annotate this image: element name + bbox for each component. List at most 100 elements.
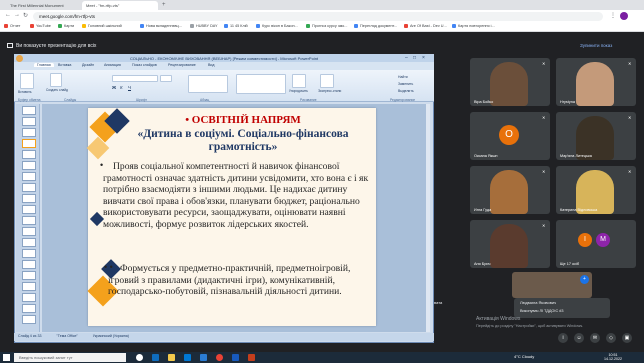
tab-slideshow[interactable]: Показ слайдов	[132, 63, 157, 67]
stop-presenting-button[interactable]: Зупинити показ	[580, 43, 612, 48]
slide-thumbnail[interactable]	[22, 271, 36, 280]
slide-thumbnail[interactable]	[22, 106, 36, 115]
minimize-icon[interactable]: –	[405, 55, 408, 61]
store-icon[interactable]	[184, 354, 191, 361]
info-icon[interactable]: i	[558, 333, 568, 343]
bookmark-item[interactable]: Перегляд документ...	[354, 24, 397, 28]
forward-icon[interactable]: →	[14, 12, 20, 18]
slide-thumbnail[interactable]	[22, 304, 36, 313]
slide-thumbnail[interactable]	[22, 183, 36, 192]
slide-thumbnail[interactable]	[22, 139, 36, 148]
participant-tile[interactable]: ✕ Инга Гуда	[470, 166, 550, 214]
start-icon[interactable]	[3, 354, 10, 361]
slide-thumbnail[interactable]	[22, 249, 36, 258]
underline-icon[interactable]: Ч	[128, 85, 131, 90]
bookmark-item[interactable]: Прогноз курсу змо...	[306, 24, 347, 28]
bookmark-item[interactable]: Are Of Bast - Dev U...	[404, 24, 447, 28]
bookmark-item[interactable]: HUBBY DAY	[190, 24, 218, 28]
explorer-icon[interactable]	[168, 354, 175, 361]
font-family-select[interactable]	[112, 75, 158, 82]
paste-button[interactable]	[20, 73, 34, 89]
slide-thumbnail[interactable]	[22, 205, 36, 214]
people-icon[interactable]: ☺	[574, 333, 584, 343]
task-view-icon[interactable]	[136, 354, 143, 361]
tab-home[interactable]: Главная	[34, 63, 54, 67]
activities-icon[interactable]: ◇	[606, 333, 616, 343]
slide-thumbnail[interactable]	[22, 315, 36, 324]
bookmark-item[interactable]: Головний шкільний	[82, 24, 122, 28]
profile-avatar[interactable]	[620, 12, 628, 20]
replace-button[interactable]: Заменить	[398, 82, 413, 86]
slide-thumbnail[interactable]	[22, 216, 36, 225]
reload-icon[interactable]: ↻	[23, 12, 28, 19]
find-button[interactable]: Найти	[398, 75, 408, 79]
weather-widget[interactable]: 4°C Cloudy	[514, 354, 534, 359]
clock[interactable]: 10:51 14.12.2022	[604, 353, 622, 361]
back-icon[interactable]: ←	[5, 12, 11, 18]
vertical-scrollbar[interactable]	[426, 104, 430, 332]
browser-tab-1[interactable]: The First Millennial Monument	[6, 1, 80, 10]
slide-thumbnail[interactable]	[22, 172, 36, 181]
participant-video	[490, 62, 528, 106]
bold-icon[interactable]: Ж	[112, 85, 116, 90]
close-icon[interactable]: ×	[422, 55, 425, 61]
mail-icon[interactable]	[200, 354, 207, 361]
mic-muted-icon: ✕	[542, 61, 546, 66]
shapes-gallery[interactable]	[236, 74, 286, 94]
font-size-select[interactable]	[160, 75, 172, 82]
participant-tile[interactable]: ✕ Віра Бойко	[470, 58, 550, 106]
pin-icon[interactable]: +	[580, 275, 589, 284]
slide-thumbnail[interactable]	[22, 161, 36, 170]
edge-icon[interactable]	[152, 354, 159, 361]
new-tab-icon[interactable]: +	[162, 2, 166, 8]
slide-thumbnail[interactable]	[22, 227, 36, 236]
participant-video	[490, 170, 528, 214]
url-input[interactable]: meet.google.com/fm-rtfp-vts	[33, 12, 603, 21]
slide-thumbnail[interactable]	[22, 150, 36, 159]
tab-view[interactable]: Вид	[208, 63, 215, 67]
participant-tile[interactable]: ✕ Мар'яна Литецька	[556, 112, 636, 160]
slide-thumbnail[interactable]	[22, 260, 36, 269]
tab-review[interactable]: Рецензирование	[168, 63, 196, 67]
new-slide-button[interactable]	[50, 73, 62, 87]
bookmark-item[interactable]: 11 45 Клій	[224, 24, 248, 28]
slide-thumbnail[interactable]	[22, 194, 36, 203]
office-button-icon[interactable]	[16, 55, 23, 62]
participant-tile[interactable]: ✕ Аня Брич	[470, 220, 550, 268]
participant-tile[interactable]: ✕ Катерина Відловська	[556, 166, 636, 214]
participant-tile[interactable]: I M Ще 17 осіб	[556, 220, 636, 268]
powerpoint-taskbar-icon[interactable]	[248, 354, 255, 361]
quick-styles-button[interactable]	[320, 74, 334, 88]
paragraph-controls[interactable]	[188, 75, 228, 93]
participant-tile[interactable]: O ✕ Оксана Якшн	[470, 112, 550, 160]
slide-thumbnail[interactable]	[22, 282, 36, 291]
bookmark-item[interactable]: Нова вкладеннєвц...	[140, 24, 182, 28]
tab-insert[interactable]: Вставка	[58, 63, 71, 67]
browser-tab-meet[interactable]: Meet - "fm-rtfp-vts"	[82, 1, 158, 10]
slide-thumbnail[interactable]	[22, 293, 36, 302]
status-language: Украинский (Украина)	[92, 334, 129, 338]
maximize-icon[interactable]: □	[413, 55, 416, 61]
chat-icon[interactable]: ✉	[590, 333, 600, 343]
bookmark-item[interactable]: Карти	[58, 24, 74, 28]
menu-icon[interactable]: ⋮	[610, 12, 616, 19]
tab-design[interactable]: Дизайн	[82, 63, 94, 67]
new-slide-label: Создать слайд	[46, 88, 68, 92]
slide-thumbnail[interactable]	[22, 117, 36, 126]
participant-tile[interactable]: ✕ Hrystyna	[556, 58, 636, 106]
ribbon-tabs	[14, 62, 434, 70]
tab-animation[interactable]: Анимация	[104, 63, 121, 67]
lock-icon[interactable]: ▣	[622, 333, 632, 343]
italic-icon[interactable]: К	[120, 85, 123, 90]
chrome-icon[interactable]	[216, 354, 223, 361]
word-icon[interactable]	[232, 354, 239, 361]
bookmark-item[interactable]: Отчет	[4, 24, 20, 28]
arrange-button[interactable]	[292, 74, 306, 88]
bookmark-item[interactable]: Курс вікон в Бакоп...	[256, 24, 298, 28]
slide-thumbnail[interactable]	[22, 128, 36, 137]
select-button[interactable]: Выделить	[398, 89, 414, 93]
bookmark-item[interactable]: YouTube	[30, 24, 51, 28]
bookmark-item[interactable]: Картя повторення і...	[452, 24, 495, 28]
slide-thumbnail[interactable]	[22, 238, 36, 247]
taskbar-search-input[interactable]: Введіть пошуковий запит тут	[14, 353, 126, 362]
